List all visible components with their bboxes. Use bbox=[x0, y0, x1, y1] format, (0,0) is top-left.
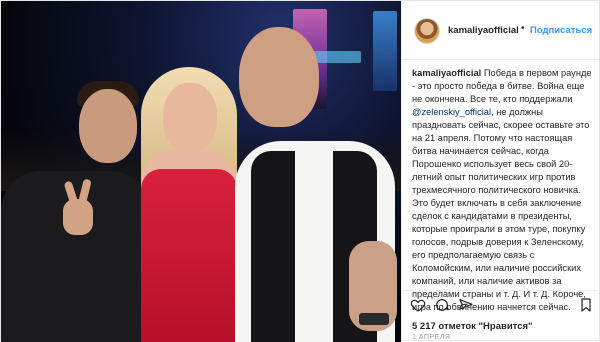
instagram-post: kamaliyaofficial • Подписаться kamaliyao… bbox=[0, 0, 600, 342]
likes-count[interactable]: 5 217 отметок "Нравится" bbox=[412, 321, 533, 332]
post-date[interactable]: 1 АПРЕЛЯ bbox=[412, 334, 450, 341]
mention-link[interactable]: @zelenskiy_official bbox=[412, 107, 491, 117]
bookmark-icon[interactable] bbox=[578, 297, 594, 313]
stage-light bbox=[373, 11, 397, 91]
avatar[interactable] bbox=[414, 18, 440, 44]
follow-button[interactable]: Подписаться bbox=[530, 25, 592, 36]
right-man-head bbox=[239, 27, 319, 127]
left-man-head bbox=[79, 89, 137, 163]
caption-username[interactable]: kamaliyaofficial bbox=[412, 68, 481, 78]
wristwatch bbox=[359, 313, 389, 325]
victory-hand bbox=[63, 199, 93, 235]
separator-dot: • bbox=[521, 23, 525, 34]
username-link[interactable]: kamaliyaofficial bbox=[448, 25, 519, 36]
post-photo[interactable] bbox=[1, 1, 401, 342]
post-header: kamaliyaofficial • Подписаться bbox=[402, 1, 600, 60]
divider bbox=[402, 290, 600, 291]
heart-outline-icon[interactable] bbox=[410, 297, 426, 313]
post-sidebar: kamaliyaofficial • Подписаться kamaliyao… bbox=[401, 1, 600, 342]
caption-text-continued: , не должны праздновать сейчас, скорее о… bbox=[412, 107, 590, 312]
share-arrow-icon[interactable] bbox=[458, 297, 474, 313]
post-caption: kamaliyaofficial Победа в первом раунде … bbox=[412, 67, 592, 314]
right-man-vest bbox=[251, 151, 295, 342]
comment-bubble-icon[interactable] bbox=[434, 297, 450, 313]
red-dress bbox=[141, 169, 237, 342]
woman-head bbox=[163, 83, 217, 153]
